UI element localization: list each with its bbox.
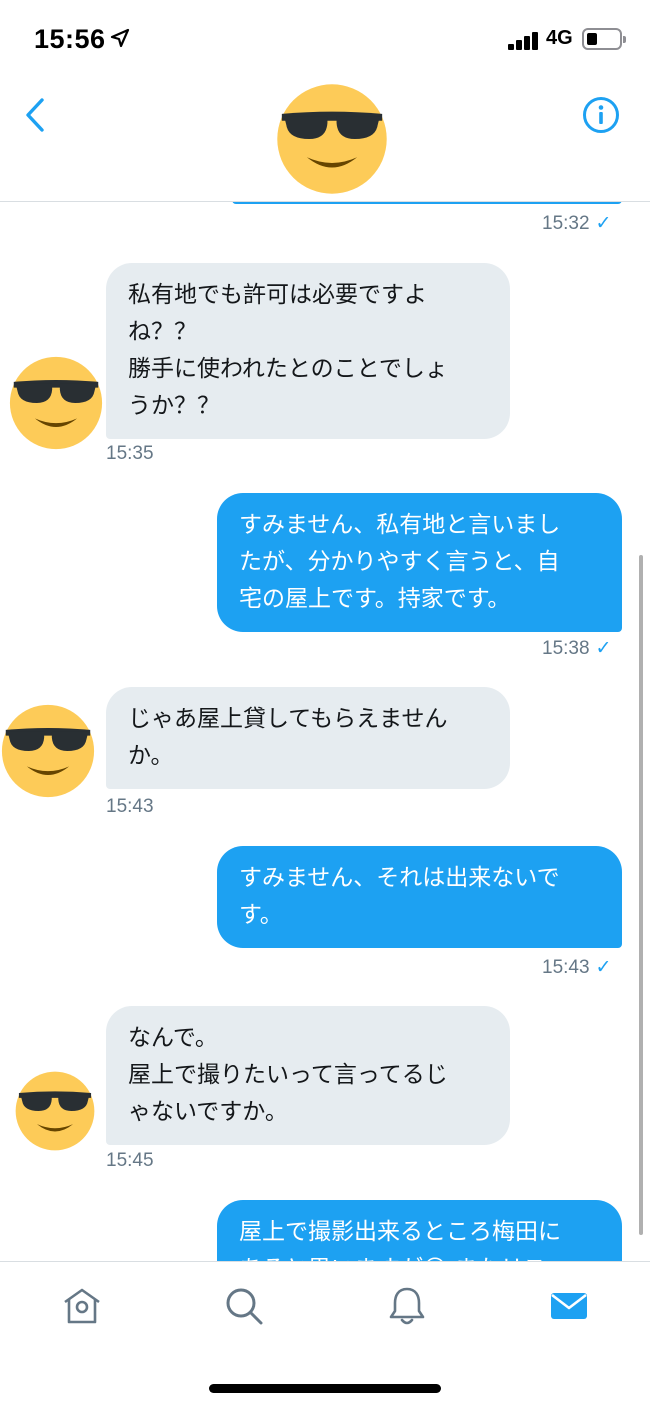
message-line: なんで。 — [128, 1025, 218, 1051]
bell-icon — [389, 1287, 425, 1325]
read-check-icon: ✓ — [595, 638, 612, 659]
mail-icon — [551, 1293, 587, 1319]
sender-avatar[interactable] — [0, 703, 96, 799]
message-line: すみません、それは出来ないで — [239, 865, 560, 891]
sender-avatar[interactable] — [14, 1070, 96, 1152]
outgoing-message[interactable]: 屋上で撮影出来るところ梅田に あると思いますが😅 またリス — [217, 1200, 622, 1261]
status-time: 15:56 — [34, 24, 106, 54]
home-indicator[interactable] — [209, 1384, 441, 1393]
timestamp-text: 15:32 — [542, 213, 590, 234]
outgoing-message[interactable]: すみません、私有地と言いまし たが、分かりやすく言うと、自 宅の屋上です。持家で… — [217, 493, 622, 632]
message-line: すみません、私有地と言いまし — [239, 512, 561, 538]
message-list[interactable]: 15:32 ✓ 私有地でも許可は必要ですよ ね？？ 勝手に使われたとのことでしょ … — [0, 203, 650, 1261]
tab-home[interactable] — [60, 1284, 104, 1328]
message-line: 私有地でも許可は必要ですよ — [128, 282, 427, 308]
message-line: か。 — [128, 743, 174, 769]
timestamp-text: 15:38 — [542, 638, 590, 659]
incoming-message[interactable]: 私有地でも許可は必要ですよ ね？？ 勝手に使われたとのことでしょ うか？？ — [106, 263, 510, 439]
timestamp-text: 15:45 — [106, 1150, 154, 1171]
message-line: 宅の屋上です。持家です。 — [239, 586, 511, 612]
timestamp-text: 15:43 — [106, 796, 154, 817]
sunglasses-smiley-icon — [15, 1071, 95, 1151]
status-bar: 15:56 4G — [0, 0, 650, 80]
message-line: す。 — [239, 902, 283, 928]
timestamp-text: 15:43 — [542, 957, 590, 978]
outgoing-message[interactable]: すみません、それは出来ないで す。 — [217, 846, 622, 948]
sunglasses-smiley-icon — [9, 356, 103, 450]
message-line: 屋上で撮影出来るところ梅田に — [239, 1219, 561, 1245]
tab-notifications[interactable] — [385, 1284, 429, 1328]
back-button[interactable] — [20, 96, 50, 134]
message-timestamp: 15:43 — [106, 796, 154, 818]
info-button[interactable] — [582, 96, 620, 134]
message-line: たが、分かりやすく言うと、自 — [239, 549, 560, 575]
message-line: ね？？ — [128, 319, 197, 345]
sunglasses-smiley-icon — [1, 704, 95, 798]
read-check-icon: ✓ — [595, 213, 612, 234]
timestamp-text: 15:35 — [106, 443, 154, 464]
message-line: 勝手に使われたとのことでしょ — [128, 356, 448, 382]
search-icon — [226, 1288, 263, 1325]
network-type: 4G — [546, 27, 573, 49]
message-timestamp: 15:32 ✓ — [542, 212, 611, 235]
cellular-signal-icon — [508, 30, 540, 50]
message-line: あると思いますが😅 またリス — [239, 1251, 600, 1261]
tab-messages[interactable] — [547, 1284, 591, 1328]
message-timestamp: 15:45 — [106, 1150, 154, 1172]
message-line: うか？？ — [128, 393, 220, 419]
scrollbar[interactable] — [639, 555, 643, 1235]
conversation-header — [0, 80, 650, 202]
home-icon — [64, 1288, 100, 1324]
message-timestamp: 15:43 ✓ — [542, 956, 611, 979]
incoming-message[interactable]: じゃあ屋上貸してもらえません か。 — [106, 687, 510, 789]
message-timestamp: 15:35 — [106, 443, 154, 465]
message-line: ゃないですか。 — [128, 1099, 288, 1125]
message-line: 屋上で撮りたいって言ってるじ — [128, 1062, 448, 1088]
message-timestamp: 15:38 ✓ — [542, 637, 611, 660]
location-arrow-icon — [110, 28, 130, 48]
read-check-icon: ✓ — [595, 957, 612, 978]
bottom-tab-bar — [0, 1261, 650, 1407]
tab-search[interactable] — [222, 1284, 266, 1328]
incoming-message[interactable]: なんで。 屋上で撮りたいって言ってるじ ゃないですか。 — [106, 1006, 510, 1145]
sunglasses-smiley-icon — [277, 84, 387, 194]
contact-avatar[interactable] — [275, 82, 389, 196]
message-line: じゃあ屋上貸してもらえません — [128, 706, 448, 732]
sender-avatar[interactable] — [8, 355, 104, 451]
battery-icon — [582, 28, 626, 50]
